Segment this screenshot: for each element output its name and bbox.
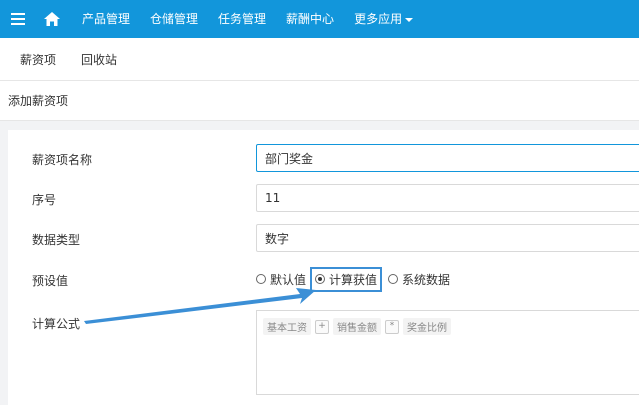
- operator-multiply[interactable]: *: [385, 319, 399, 334]
- operator-plus[interactable]: +: [315, 319, 329, 334]
- nav-product-management[interactable]: 产品管理: [72, 0, 140, 38]
- data-type-label: 数据类型: [32, 233, 81, 247]
- nav-more-apps-label: 更多应用: [354, 12, 403, 26]
- radio-calculated-value[interactable]: 计算获值: [310, 266, 383, 292]
- menu-button[interactable]: [0, 0, 36, 38]
- order-label: 序号: [32, 193, 57, 207]
- home-icon: [44, 12, 60, 26]
- radio-system-data[interactable]: 系统数据: [388, 271, 450, 288]
- radio-system-data-label: 系统数据: [402, 272, 451, 287]
- tab-recycle-bin[interactable]: 回收站: [71, 51, 132, 68]
- radio-calculated-value-label: 计算获值: [329, 272, 378, 287]
- tab-salary-items[interactable]: 薪资项: [0, 51, 71, 68]
- name-label: 薪资项名称: [32, 153, 93, 167]
- caret-down-icon: [405, 17, 414, 22]
- formula-token-base-salary[interactable]: 基本工资: [263, 318, 311, 335]
- radio-dot-checked: [315, 274, 326, 284]
- formula-token-bonus-ratio[interactable]: 奖金比例: [403, 318, 451, 335]
- hamburger-icon: [11, 13, 25, 25]
- top-nav: 产品管理 仓储管理 任务管理 薪酬中心 更多应用: [0, 0, 639, 38]
- radio-dot: [388, 274, 399, 284]
- radio-default-value-label: 默认值: [270, 272, 307, 287]
- order-input[interactable]: [256, 184, 639, 212]
- radio-default-value[interactable]: 默认值: [256, 271, 306, 288]
- preset-radio-group: 默认值 计算获值 系统数据: [256, 266, 456, 292]
- sub-tabs: 薪资项 回收站: [0, 38, 639, 81]
- radio-dot: [256, 274, 266, 284]
- data-type-input[interactable]: [256, 224, 639, 252]
- preset-label: 预设值: [32, 274, 69, 288]
- formula-label: 计算公式: [32, 317, 81, 331]
- formula-editor[interactable]: 基本工资 + 销售金额 * 奖金比例: [256, 310, 639, 395]
- nav-warehouse-management[interactable]: 仓储管理: [140, 0, 208, 38]
- nav-more-apps[interactable]: 更多应用: [344, 0, 423, 38]
- page-title: 添加薪资项: [0, 81, 639, 121]
- nav-task-management[interactable]: 任务管理: [208, 0, 276, 38]
- nav-salary-center[interactable]: 薪酬中心: [276, 0, 344, 38]
- home-button[interactable]: [36, 0, 68, 38]
- formula-tokens: 基本工资 + 销售金额 * 奖金比例: [263, 318, 451, 335]
- formula-token-sales-amount[interactable]: 销售金额: [333, 318, 381, 335]
- form-panel: 薪资项名称 序号 数据类型 预设值 默认值 计算获值 系统数据 计算公式: [8, 130, 639, 405]
- name-input[interactable]: [256, 144, 639, 172]
